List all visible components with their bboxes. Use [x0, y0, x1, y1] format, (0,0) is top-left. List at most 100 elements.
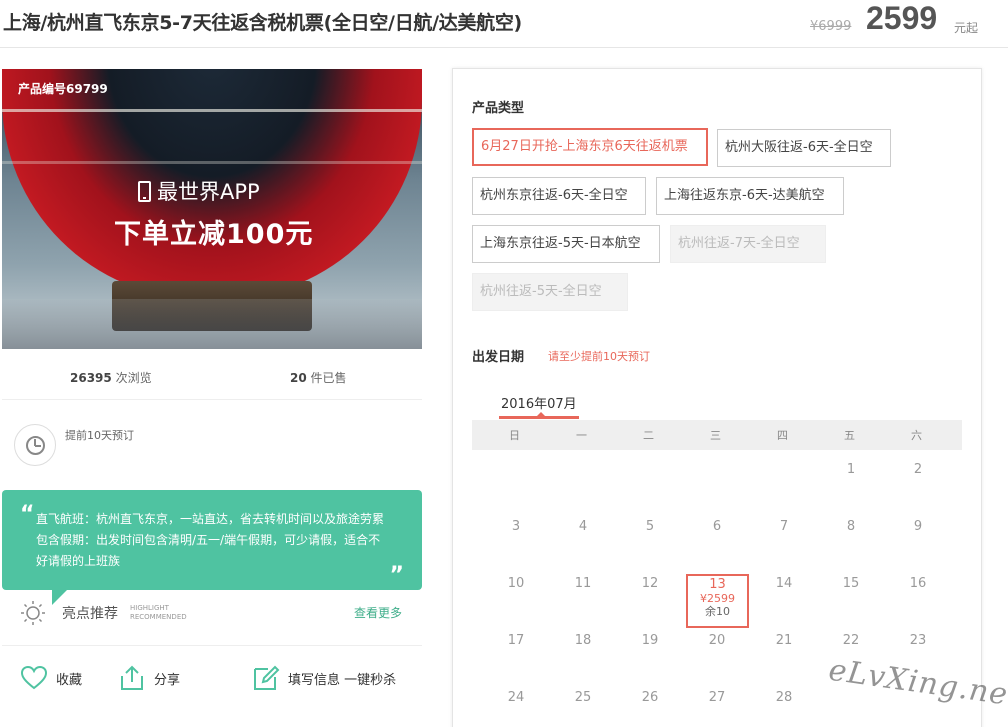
calendar-day[interactable]: 19 [619, 633, 681, 648]
advance-text: 提前10天预订 [65, 429, 134, 442]
calendar-day[interactable]: 9 [887, 519, 949, 534]
highlight-en-line1: HIGHLIGHT [130, 604, 169, 612]
price-suffix: 元起 [954, 21, 979, 35]
product-option-3[interactable]: 杭州东京往返-6天-全日空 [472, 177, 646, 215]
calendar-day[interactable]: 21 [753, 633, 815, 648]
weekday: 一 [576, 429, 587, 442]
promo-text: 下单立减100元 [114, 219, 314, 250]
product-option-1[interactable]: 6月27日开抢-上海东京6天往返机票 [472, 128, 708, 166]
divider [2, 645, 422, 646]
calendar-weekday-header: 日 一 二 三 四 五 六 [472, 420, 962, 450]
original-price: ¥6999 [810, 19, 852, 34]
advance-booking: 提前10天预订 [14, 424, 214, 468]
calendar-day[interactable]: 6 [686, 519, 748, 534]
product-option-2[interactable]: 杭州大阪往返-6天-全日空 [717, 129, 891, 167]
calendar-day[interactable]: 18 [552, 633, 614, 648]
calendar-day[interactable]: 7 [753, 519, 815, 534]
street-background [2, 299, 422, 349]
close-quote-icon: ” [389, 563, 404, 588]
highlight-box: “ 直飞航班：杭州直飞东京，一站直达，省去转机时间以及旅途劳累 包含假期：出发时… [2, 490, 422, 590]
sold-stat: 20 件已售 [290, 369, 347, 386]
weekday: 日 [509, 429, 520, 442]
product-type-title: 产品类型 [472, 101, 525, 116]
product-number: 产品编号69799 [18, 82, 108, 96]
highlight-line-3: 好请假的上班族 [36, 554, 121, 568]
calendar-day[interactable]: 22 [820, 633, 882, 648]
highlight-header: 亮点推荐 HIGHLIGHT RECOMMENDED 查看更多 [20, 598, 422, 628]
highlight-line-1: 直飞航班：杭州直飞东京，一站直达，省去转机时间以及旅途劳累 [36, 512, 385, 526]
month-caret-icon [536, 412, 546, 417]
selected-day-number: 13 [709, 577, 726, 592]
heart-icon [20, 665, 48, 690]
sold-count: 20 [290, 371, 307, 385]
weekday: 二 [643, 429, 654, 442]
stats-bar: 26395 次浏览 20 件已售 [2, 360, 422, 400]
weekday: 五 [844, 429, 855, 442]
share-icon [121, 665, 143, 690]
highlight-en: HIGHLIGHT RECOMMENDED [130, 604, 187, 622]
calendar-day[interactable]: 25 [552, 690, 614, 705]
favorite-label: 收藏 [56, 672, 83, 688]
highlight-title: 亮点推荐 [62, 606, 118, 622]
edit-icon [254, 665, 280, 690]
share-label: 分享 [154, 672, 181, 688]
share-button[interactable]: 分享 [118, 664, 180, 692]
favorite-button[interactable]: 收藏 [20, 664, 82, 692]
calendar-day-selected[interactable]: 13 ¥2599 余10 [686, 574, 749, 628]
calendar-day[interactable]: 8 [820, 519, 882, 534]
product-option-4[interactable]: 上海往返东京-6天-达美航空 [656, 177, 844, 215]
page-title: 上海/杭州直飞东京5-7天往返含税机票(全日空/日航/达美航空) [3, 12, 522, 34]
calendar-day[interactable]: 1 [820, 462, 882, 477]
lantern-stripe [2, 109, 422, 112]
calendar-day[interactable]: 4 [552, 519, 614, 534]
views-stat: 26395 次浏览 [70, 369, 152, 386]
weekday: 四 [777, 429, 788, 442]
action-bar: 收藏 分享 填写信息 一键秒杀 [2, 660, 422, 700]
product-option-6: 杭州往返-7天-全日空 [670, 225, 826, 263]
fill-info-button[interactable]: 填写信息 一键秒杀 [252, 664, 396, 692]
calendar-day[interactable]: 28 [753, 690, 815, 705]
app-text: 最世界APP [157, 180, 260, 204]
view-more-link[interactable]: 查看更多 [354, 604, 402, 621]
product-option-5[interactable]: 上海东京往返-5天-日本航空 [472, 225, 660, 263]
calendar-day[interactable]: 5 [619, 519, 681, 534]
weekday: 六 [911, 429, 922, 442]
views-label: 次浏览 [115, 371, 152, 385]
hero-image: 产品编号69799 最世界APP 下单立减100元 [2, 69, 422, 349]
calendar-day[interactable]: 26 [619, 690, 681, 705]
calendar-month[interactable]: 2016年07月 [501, 393, 577, 412]
calendar-day[interactable]: 17 [485, 633, 547, 648]
calendar-day[interactable]: 10 [485, 576, 547, 591]
calendar-day[interactable]: 12 [619, 576, 681, 591]
selected-day-price: ¥2599 [700, 592, 735, 605]
calendar-day[interactable]: 27 [686, 690, 748, 705]
booking-panel: 产品类型 6月27日开抢-上海东京6天往返机票 杭州大阪往返-6天-全日空 杭州… [452, 68, 982, 727]
departure-hint: 请至少提前10天预订 [548, 350, 650, 363]
page-header: 上海/杭州直飞东京5-7天往返含税机票(全日空/日航/达美航空) ¥6999 2… [0, 0, 1008, 48]
selected-day-stock: 余10 [705, 605, 730, 618]
calendar-day[interactable]: 15 [820, 576, 882, 591]
phone-icon [138, 180, 151, 202]
fill-info-label: 填写信息 一键秒杀 [288, 672, 397, 688]
views-count: 26395 [70, 371, 112, 385]
product-option-7: 杭州往返-5天-全日空 [472, 273, 628, 311]
open-quote-icon: “ [20, 502, 35, 527]
calendar-day[interactable]: 24 [485, 690, 547, 705]
calendar-day[interactable]: 2 [887, 462, 949, 477]
calendar-day[interactable]: 3 [485, 519, 547, 534]
weekday: 三 [710, 429, 721, 442]
calendar-day[interactable]: 23 [887, 633, 949, 648]
departure-title: 出发日期 [472, 350, 525, 365]
app-promo: 最世界APP [138, 176, 260, 206]
current-price: 2599 [866, 0, 938, 36]
calendar-day[interactable]: 20 [686, 633, 748, 648]
sun-icon [21, 601, 45, 625]
clock-icon [14, 424, 56, 466]
highlight-en-line2: RECOMMENDED [130, 613, 187, 621]
lantern-stripe [2, 161, 422, 164]
calendar-day[interactable]: 16 [887, 576, 949, 591]
calendar-day[interactable]: 11 [552, 576, 614, 591]
highlight-line-2: 包含假期：出发时间包含清明/五一/端午假期，可少请假，适合不 [36, 533, 381, 547]
sold-label: 件已售 [310, 371, 347, 385]
calendar-day[interactable]: 14 [753, 576, 815, 591]
